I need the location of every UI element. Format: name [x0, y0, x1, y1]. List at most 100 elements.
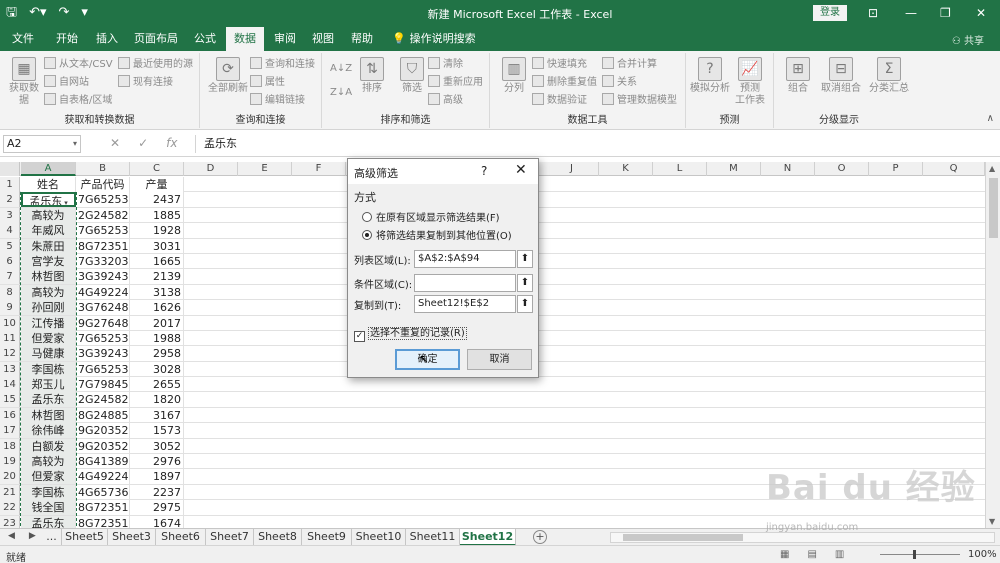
page-layout-view-icon[interactable]: ▤	[807, 549, 816, 560]
next-sheet-icon[interactable]: ▶	[29, 531, 36, 541]
sheet-tab[interactable]: Sheet5	[62, 529, 108, 546]
cell-name[interactable]: 孙回刚	[21, 300, 76, 316]
cell-code[interactable]: 8G41389	[76, 454, 130, 470]
row-number[interactable]: 18	[0, 438, 20, 454]
column-header[interactable]: F	[292, 162, 346, 176]
advanced-filter-button[interactable]: 高级	[428, 93, 463, 109]
close-icon[interactable]: ✕	[515, 162, 527, 178]
row-number[interactable]: 19	[0, 454, 20, 470]
sheet-tab[interactable]: Sheet6	[156, 529, 206, 546]
cancel-icon[interactable]: ✕	[110, 136, 120, 150]
range-picker-icon[interactable]: ⬆	[517, 250, 533, 268]
cell-name[interactable]: 徐伟峰	[21, 423, 76, 439]
radio-circle[interactable]	[362, 212, 372, 222]
cancel-button[interactable]: 取消	[467, 349, 532, 370]
zoom-slider[interactable]	[880, 554, 960, 555]
tab-home[interactable]: 开始	[48, 27, 86, 51]
cell-name[interactable]: 马健康	[21, 346, 76, 362]
column-header[interactable]: Q	[923, 162, 985, 176]
row-number[interactable]: 4	[0, 223, 20, 239]
cell-qty[interactable]: 1674	[130, 515, 184, 528]
tell-me-search[interactable]: 💡 操作说明搜索	[392, 27, 476, 51]
sheet-tab[interactable]: Sheet10	[352, 529, 406, 546]
collapse-ribbon-icon[interactable]: ∧	[987, 113, 994, 124]
sheet-tab[interactable]: Sheet11	[406, 529, 460, 546]
cell-name[interactable]: 李国栋	[21, 484, 76, 500]
cell-qty[interactable]: 2958	[130, 346, 184, 362]
cell-name[interactable]: 朱蔗田	[21, 238, 76, 254]
cell-qty[interactable]: 3052	[130, 438, 184, 454]
prev-sheet-icon[interactable]: ◀	[8, 531, 15, 541]
sheet-tab[interactable]: Sheet9	[302, 529, 352, 546]
cell-qty[interactable]: 1820	[130, 392, 184, 408]
filter-button[interactable]: ⛉ 筛选	[392, 57, 432, 95]
cell-name[interactable]: 林哲图	[21, 269, 76, 285]
cell-name[interactable]: 孟乐东 ▾	[21, 192, 76, 208]
share-button[interactable]: ⚇ 共享	[952, 32, 984, 47]
row-number[interactable]: 22	[0, 500, 20, 516]
cell-code[interactable]: 7G79845	[76, 377, 130, 393]
empty-cells[interactable]	[184, 346, 985, 361]
from-text-csv-button[interactable]: 从文本/CSV	[44, 57, 113, 73]
scroll-thumb[interactable]	[989, 178, 998, 238]
row-number[interactable]: 2	[0, 192, 20, 208]
empty-cells[interactable]	[184, 269, 985, 284]
data-validation-button[interactable]: 数据验证	[532, 93, 587, 109]
row-number[interactable]: 20	[0, 469, 20, 485]
row-number[interactable]: 11	[0, 330, 20, 346]
row-number[interactable]: 7	[0, 269, 20, 285]
cell-code[interactable]: 3G76248	[76, 300, 130, 316]
cell-name[interactable]: 高较为	[21, 454, 76, 470]
remove-duplicates-button[interactable]: 删除重复值	[532, 75, 597, 91]
cell-code[interactable]: 8G72351	[76, 500, 130, 516]
column-header[interactable]: E	[238, 162, 292, 176]
row-number[interactable]: 17	[0, 423, 20, 439]
enter-icon[interactable]: ✓	[138, 136, 148, 150]
what-if-button[interactable]: ? 模拟分析	[690, 57, 730, 95]
row-number[interactable]: 10	[0, 315, 20, 331]
cell-code[interactable]: 3G39243	[76, 269, 130, 285]
column-header[interactable]: O	[815, 162, 869, 176]
empty-cells[interactable]	[184, 285, 985, 300]
range-picker-icon[interactable]: ⬆	[517, 295, 533, 313]
page-break-view-icon[interactable]: ▥	[835, 549, 844, 560]
row-number[interactable]: 3	[0, 207, 20, 223]
row-number[interactable]: 21	[0, 484, 20, 500]
manage-data-model-button[interactable]: 管理数据模型	[602, 93, 677, 109]
sheet-tab-overflow[interactable]: ...	[42, 529, 62, 546]
cell-name[interactable]: 宫学友	[21, 253, 76, 269]
empty-cells[interactable]	[184, 439, 985, 454]
row-number[interactable]: 15	[0, 392, 20, 408]
row-number[interactable]: 14	[0, 377, 20, 393]
column-header[interactable]: C	[130, 162, 184, 176]
column-header[interactable]: B	[76, 162, 130, 176]
cell-qty[interactable]: 2976	[130, 454, 184, 470]
cell-qty[interactable]: 2975	[130, 500, 184, 516]
column-header[interactable]: D	[184, 162, 238, 176]
tab-formulas[interactable]: 公式	[186, 27, 224, 51]
cell-name[interactable]: 郑玉儿	[21, 377, 76, 393]
scroll-down-icon[interactable]: ▼	[989, 517, 995, 526]
sheet-tab-active[interactable]: Sheet12	[460, 529, 516, 546]
row-number[interactable]: 1	[0, 177, 20, 192]
row-number[interactable]: 12	[0, 346, 20, 362]
cell-qty[interactable]: 3031	[130, 238, 184, 254]
sheet-tab[interactable]: Sheet8	[254, 529, 302, 546]
copy-to-input[interactable]: Sheet12!$E$2	[414, 295, 516, 313]
sheet-tab[interactable]: Sheet7	[206, 529, 254, 546]
minimize-icon[interactable]: —	[905, 5, 917, 21]
empty-cells[interactable]	[184, 192, 985, 207]
scroll-thumb[interactable]	[623, 534, 743, 541]
cell-qty[interactable]: 2237	[130, 484, 184, 500]
header-cell-name[interactable]: 姓名	[21, 177, 76, 192]
cell-code[interactable]: 7G65253	[76, 223, 130, 239]
column-header[interactable]: A	[21, 162, 76, 176]
vertical-scrollbar[interactable]: ▲ ▼	[985, 162, 1000, 528]
tab-review[interactable]: 审阅	[266, 27, 304, 51]
empty-cells[interactable]	[184, 223, 985, 238]
tab-file[interactable]: 文件	[4, 27, 42, 51]
ribbon-display-icon[interactable]: ⊡	[868, 5, 878, 21]
criteria-range-input[interactable]	[414, 274, 516, 292]
sort-desc-button[interactable]: Z↓A	[330, 85, 352, 101]
cell-qty[interactable]: 3167	[130, 407, 184, 423]
